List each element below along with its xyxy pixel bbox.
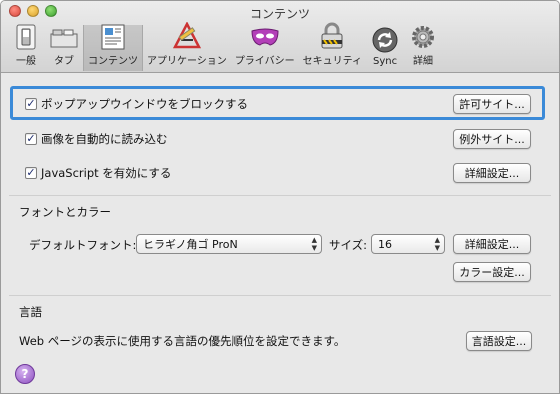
toolbar-item-sync[interactable]: Sync	[366, 25, 404, 71]
font-size-select[interactable]: 16 ▲ ▼	[371, 234, 445, 254]
color-settings-button[interactable]: カラー設定...	[453, 262, 531, 282]
toolbar-label: Sync	[372, 56, 398, 67]
fonts-colors-heading: フォントとカラー	[19, 205, 111, 219]
switch-icon	[11, 24, 41, 50]
tabs-icon	[49, 25, 79, 50]
allowed-sites-button[interactable]: 許可サイト...	[453, 94, 531, 114]
block-popups-label: ポップアップウインドウをブロックする	[41, 97, 248, 111]
title-bar: コンテンツ 一般 タブ コンテンツ アプリケーション プライバシー セキュリティ…	[1, 1, 559, 73]
enable-javascript-row[interactable]: JavaScript を有効にする	[25, 165, 171, 181]
toolbar-label: アプリケーション	[147, 56, 227, 67]
default-font-label: デフォルトフォント:	[29, 238, 137, 252]
toolbar-item-general[interactable]: 一般	[7, 24, 45, 71]
enable-javascript-label: JavaScript を有効にする	[41, 166, 172, 180]
block-popups-checkbox[interactable]	[25, 98, 37, 110]
applications-icon	[172, 22, 202, 50]
languages-description: Web ページの表示に使用する言語の優先順位を設定できます。	[19, 334, 346, 348]
toolbar-item-content[interactable]: コンテンツ	[83, 24, 143, 71]
font-size-value: 16	[378, 237, 392, 251]
toolbar-label: プライバシー	[234, 56, 295, 67]
load-images-label: 画像を自動的に読み込む	[41, 132, 168, 146]
toolbar-item-advanced[interactable]: 詳細	[404, 25, 442, 71]
window-title: コンテンツ	[249, 7, 310, 21]
privacy-mask-icon	[250, 25, 280, 50]
exception-sites-button[interactable]: 例外サイト...	[453, 129, 531, 149]
toolbar-item-tabs[interactable]: タブ	[45, 25, 83, 71]
lock-icon	[317, 22, 347, 50]
default-font-select[interactable]: ヒラギノ角ゴ ProN ▲ ▼	[136, 234, 322, 254]
toolbar-label: コンテンツ	[88, 56, 138, 67]
block-popups-row[interactable]: ポップアップウインドウをブロックする	[25, 96, 248, 112]
select-arrows-icon: ▲ ▼	[434, 236, 440, 252]
toolbar-label: 一般	[16, 56, 36, 67]
select-arrows-icon: ▲ ▼	[311, 236, 317, 252]
enable-javascript-checkbox[interactable]	[25, 167, 37, 179]
sync-icon	[370, 26, 400, 54]
languages-heading: 言語	[19, 305, 42, 319]
fonts-advanced-button[interactable]: 詳細設定...	[453, 234, 531, 254]
toolbar-item-applications[interactable]: アプリケーション	[143, 22, 231, 71]
toolbar-item-privacy[interactable]: プライバシー	[231, 25, 299, 71]
toolbar-label: タブ	[54, 56, 74, 67]
gear-icon	[408, 24, 438, 50]
load-images-row[interactable]: 画像を自動的に読み込む	[25, 131, 168, 147]
content-pane: ポップアップウインドウをブロックする 許可サイト... 画像を自動的に読み込む …	[1, 74, 559, 393]
preferences-toolbar: 一般 タブ コンテンツ アプリケーション プライバシー セキュリティ Sync …	[7, 22, 442, 71]
font-size-label: サイズ:	[329, 238, 368, 252]
toolbar-item-security[interactable]: セキュリティ	[299, 22, 366, 71]
default-font-value: ヒラギノ角ゴ ProN	[143, 238, 238, 251]
javascript-advanced-button[interactable]: 詳細設定...	[453, 163, 531, 183]
separator	[9, 195, 551, 196]
language-settings-button[interactable]: 言語設定...	[466, 331, 532, 351]
help-icon[interactable]: ?	[15, 364, 35, 384]
separator	[9, 295, 551, 296]
preferences-window: コンテンツ 一般 タブ コンテンツ アプリケーション プライバシー セキュリティ…	[0, 0, 560, 394]
toolbar-label: 詳細	[413, 56, 434, 67]
load-images-checkbox[interactable]	[25, 133, 37, 145]
content-icon	[98, 24, 128, 50]
toolbar-label: セキュリティ	[302, 56, 363, 67]
